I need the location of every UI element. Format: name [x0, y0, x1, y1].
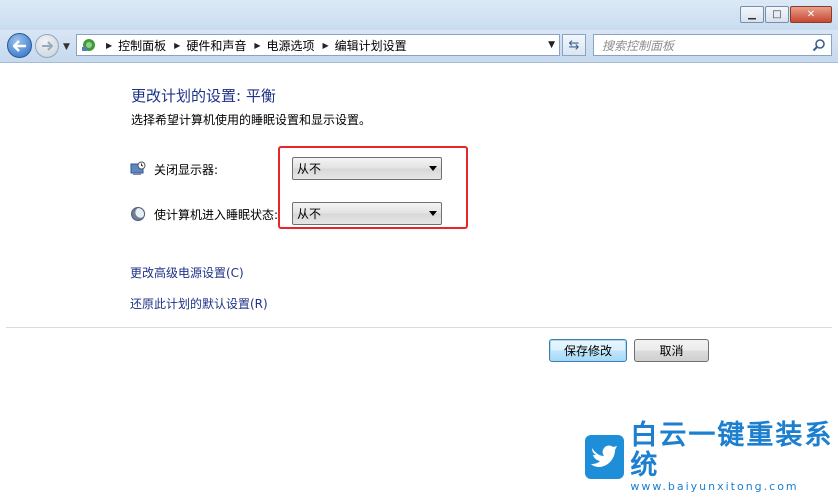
breadcrumb: ▶ 控制面板 ▶ 硬件和声音 ▶ 电源选项 ▶ 编辑计划设置 — [98, 37, 407, 54]
refresh-icon: ⇆ — [568, 37, 580, 53]
save-button[interactable]: 保存修改 — [549, 339, 627, 362]
maximize-button[interactable]: □ — [765, 6, 789, 23]
search-icon[interactable] — [812, 38, 826, 52]
advanced-power-settings-link[interactable]: 更改高级电源设置(C) — [130, 264, 244, 281]
breadcrumb-arrow-icon[interactable]: ▶ — [254, 41, 260, 50]
highlight-box — [278, 146, 468, 229]
control-panel-window: ▁ □ ✕ ▼ ▶ 控制面板 ▶ 硬件和声音 ▶ 电源选项 ▶ 编辑计划设置 ▼… — [0, 0, 838, 493]
control-panel-icon — [80, 37, 98, 53]
close-button[interactable]: ✕ — [790, 6, 832, 23]
breadcrumb-item-control-panel[interactable]: 控制面板 — [118, 37, 166, 54]
moon-icon — [131, 207, 146, 221]
display-off-label: 关闭显示器: — [154, 162, 219, 177]
search-input[interactable] — [600, 36, 804, 56]
divider — [6, 327, 832, 328]
address-bar[interactable]: ▶ 控制面板 ▶ 硬件和声音 ▶ 电源选项 ▶ 编辑计划设置 ▼ — [76, 34, 560, 56]
watermark: 白云一键重装系统 www.baiyunxitong.com — [585, 421, 838, 493]
page-title: 更改计划的设置: 平衡 — [131, 87, 276, 105]
watermark-url: www.baiyunxitong.com — [630, 480, 799, 493]
search-box[interactable] — [593, 34, 832, 56]
arrow-right-icon — [42, 41, 53, 51]
page-subtitle: 选择希望计算机使用的睡眠设置和显示设置。 — [131, 113, 372, 127]
navigation-bar: ▼ ▶ 控制面板 ▶ 硬件和声音 ▶ 电源选项 ▶ 编辑计划设置 ▼ ⇆ 搜索控… — [0, 30, 838, 63]
breadcrumb-arrow-icon[interactable]: ▶ — [106, 41, 112, 50]
sleep-setting: 使计算机进入睡眠状态: — [130, 204, 278, 224]
arrow-left-icon — [12, 39, 26, 52]
minimize-button[interactable]: ▁ — [740, 6, 764, 23]
breadcrumb-item-edit-plan[interactable]: 编辑计划设置 — [335, 37, 407, 54]
sleep-label: 使计算机进入睡眠状态: — [154, 207, 279, 222]
restore-defaults-link[interactable]: 还原此计划的默认设置(R) — [130, 295, 268, 312]
monitor-clock-icon — [130, 161, 146, 175]
cancel-button[interactable]: 取消 — [634, 339, 709, 362]
bird-logo-icon — [585, 435, 625, 479]
breadcrumb-arrow-icon[interactable]: ▶ — [174, 41, 180, 50]
breadcrumb-item-hardware-sound[interactable]: 硬件和声音 — [186, 37, 246, 54]
display-off-setting: 关闭显示器: — [130, 159, 218, 179]
breadcrumb-item-power-options[interactable]: 电源选项 — [267, 37, 315, 54]
watermark-text: 白云一键重装系统 www.baiyunxitong.com — [630, 421, 838, 493]
recent-pages-dropdown[interactable]: ▼ — [63, 42, 70, 52]
forward-button[interactable] — [35, 34, 59, 58]
refresh-button[interactable]: ⇆ — [562, 34, 586, 56]
watermark-title: 白云一键重装系统 — [630, 420, 834, 481]
back-button[interactable] — [7, 33, 32, 58]
breadcrumb-arrow-icon[interactable]: ▶ — [323, 41, 329, 50]
address-dropdown-icon[interactable]: ▼ — [548, 40, 555, 50]
title-bar: ▁ □ ✕ — [0, 0, 838, 30]
window-controls: ▁ □ ✕ — [739, 6, 832, 24]
